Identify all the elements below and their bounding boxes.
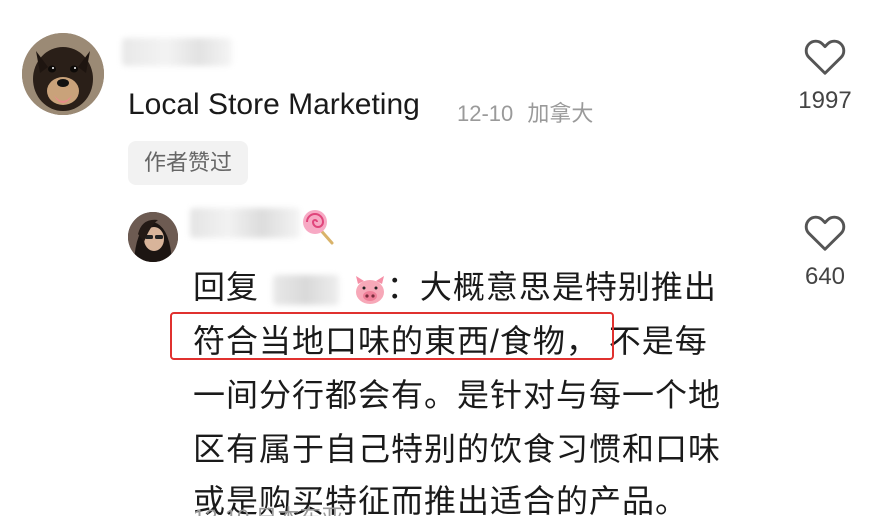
reply-text-1: 大概意思是特别推出 [419,269,717,305]
heart-outline-icon [804,215,846,251]
woman-avatar-image [128,212,178,262]
reply-line-4: 区有属于自己特别的饮食习惯和口味 [193,431,722,467]
author-liked-badge: 作者赞过 [128,141,249,185]
like-count: 1997 [798,87,852,114]
reply-text-2b: 不是每 [608,323,708,359]
reply-line-3: 一间分行都会有。是针对与每一个地 [193,377,722,413]
reply-like-count: 640 [804,263,846,290]
reply-time-partial: 12-10 日本东亚 [193,500,343,516]
reply-colon: ： [386,269,420,305]
comment-date: 12-10 [457,101,514,126]
comment-location: 加拿大 [527,101,594,126]
reply-avatar[interactable] [128,212,178,262]
blurred-username[interactable] [122,38,232,66]
comment-meta: 12-10 加拿大 [457,96,593,128]
dog-avatar-image [22,33,104,115]
heart-outline-icon [804,39,846,75]
red-highlight-box [170,312,614,360]
reply-like-button[interactable]: 640 [790,212,860,291]
comment-like-button[interactable]: 1997 [790,36,860,115]
pig-face-icon [355,275,384,304]
blurred-mention[interactable] [272,274,339,305]
reply-prefix: 回复 [193,269,260,305]
avatar[interactable] [22,33,104,115]
reply-line-1: 回复 ：大概意思是特别推出 [193,262,717,308]
lollipop-icon [300,206,336,251]
blurred-reply-username[interactable] [190,208,300,238]
comment-text: Local Store Marketing [128,88,420,121]
